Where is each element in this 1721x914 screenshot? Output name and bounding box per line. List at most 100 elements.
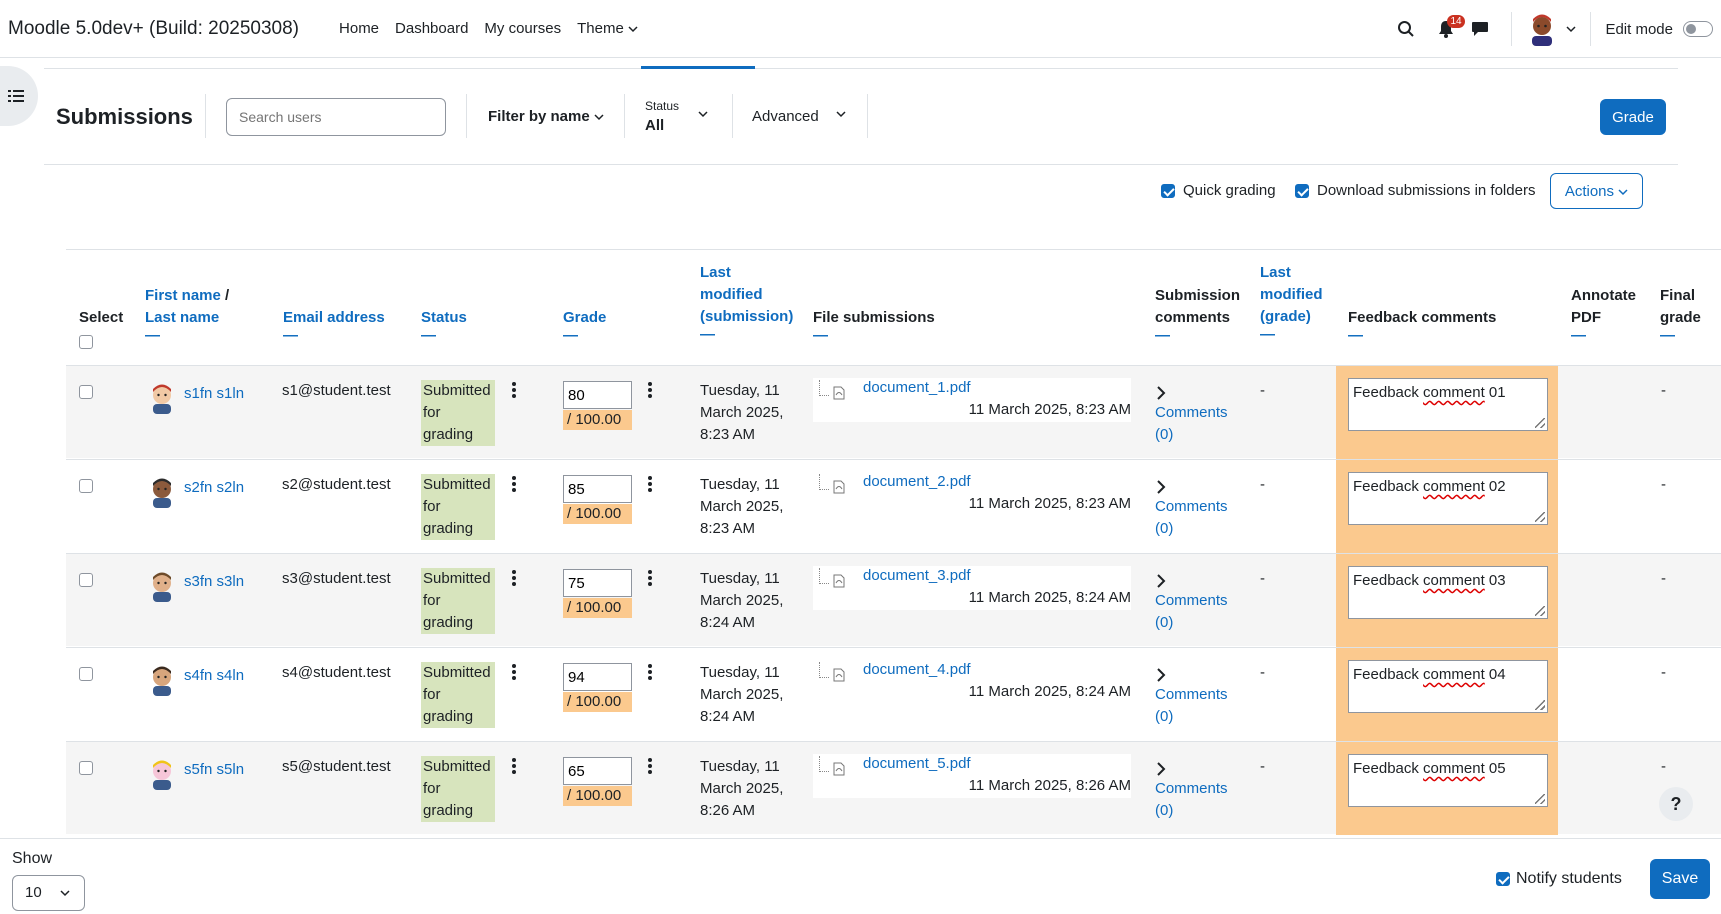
messages-button[interactable] [1463,12,1497,46]
feedback-comment-textarea[interactable]: Feedback comment 01 [1348,378,1548,431]
resize-handle-icon[interactable] [1535,794,1545,804]
course-index-toggle[interactable] [0,66,38,126]
per-page-select[interactable]: 10 [12,875,85,911]
edit-mode-toggle[interactable] [1683,21,1713,37]
site-brand[interactable]: Moodle 5.0dev+ (Build: 20250308) [8,18,299,40]
grade-input[interactable] [563,475,632,503]
row-select-checkbox[interactable] [79,385,93,399]
sort-status[interactable]: Status — [421,307,467,343]
feedback-comment-textarea[interactable]: Feedback comment 03 [1348,566,1548,619]
notify-students-option[interactable]: Notify students [1496,870,1622,888]
header-collapse-control[interactable]: — [1260,327,1323,342]
row-select-checkbox[interactable] [79,667,93,681]
sort-last-modified-submission[interactable]: Last modified (submission) — [700,262,793,342]
grade-input[interactable] [563,757,632,785]
download-folders-checkbox[interactable] [1295,183,1309,198]
search-users-input[interactable] [226,98,446,136]
select-all-checkbox[interactable] [79,335,93,349]
save-button[interactable]: Save [1650,859,1710,899]
resize-handle-icon[interactable] [1535,512,1545,522]
chevron-right-icon[interactable] [1156,668,1166,682]
submission-comments-link[interactable]: Comments (0) [1155,496,1228,540]
quick-grading-checkbox[interactable] [1161,183,1175,198]
header-collapse-control[interactable]: — [145,328,229,343]
student-name-link[interactable]: s2fn s2ln [184,477,244,499]
status-menu-icon[interactable] [512,382,516,398]
sort-first-name[interactable]: First name [145,287,221,304]
header-collapse-control[interactable]: — [813,328,935,343]
grade-menu-icon[interactable] [648,758,652,774]
toolbar-divider [205,94,206,138]
notifications-button[interactable]: 14 [1429,12,1465,46]
status-menu-icon[interactable] [512,758,516,774]
grade-input[interactable] [563,381,632,409]
nav-my-courses[interactable]: My courses [476,20,569,37]
status-filter-value[interactable]: All [645,117,664,134]
header-collapse-control[interactable]: — [563,328,606,343]
header-collapse-control[interactable]: — [1348,328,1496,343]
grade-menu-icon[interactable] [648,570,652,586]
row-select-checkbox[interactable] [79,479,93,493]
help-button[interactable]: ? [1659,787,1693,821]
grade-menu-icon[interactable] [648,664,652,680]
grade-input[interactable] [563,663,632,691]
grade-menu-icon[interactable] [648,476,652,492]
notify-students-checkbox[interactable] [1496,872,1510,886]
header-collapse-control[interactable]: — [1660,328,1701,343]
file-download-link[interactable]: document_3.pdf [863,567,971,584]
header-collapse-control[interactable]: — [700,327,793,342]
actions-dropdown-button[interactable]: Actions [1550,173,1643,209]
sort-grade[interactable]: Grade — [563,307,606,343]
status-menu-icon[interactable] [512,476,516,492]
chevron-right-icon[interactable] [1156,480,1166,494]
nav-theme[interactable]: Theme [569,20,646,37]
nav-dashboard[interactable]: Dashboard [387,20,476,37]
grade-menu-icon[interactable] [648,382,652,398]
resize-handle-icon[interactable] [1535,606,1545,616]
avatar [153,666,171,696]
resize-handle-icon[interactable] [1535,418,1545,428]
file-download-link[interactable]: document_1.pdf [863,379,971,396]
file-download-link[interactable]: document_5.pdf [863,755,971,772]
quick-grading-option[interactable]: Quick grading [1161,182,1276,199]
chevron-right-icon[interactable] [1156,574,1166,588]
resize-handle-icon[interactable] [1535,700,1545,710]
header-collapse-control[interactable]: — [421,328,467,343]
grade-button[interactable]: Grade [1600,99,1666,135]
submission-comments-link[interactable]: Comments (0) [1155,684,1228,728]
student-name-link[interactable]: s4fn s4ln [184,665,244,687]
status-menu-icon[interactable] [512,664,516,680]
student-name-link[interactable]: s1fn s1ln [184,383,244,405]
row-select-checkbox[interactable] [79,761,93,775]
chevron-down-icon[interactable] [698,110,708,118]
header-collapse-control[interactable]: — [1571,328,1636,343]
sort-email[interactable]: Email address — [283,307,385,343]
advanced-filter-dropdown[interactable]: Advanced [752,108,819,125]
grade-input[interactable] [563,569,632,597]
file-download-link[interactable]: document_4.pdf [863,661,971,678]
user-menu[interactable] [1526,12,1576,46]
submission-comments-link[interactable]: Comments (0) [1155,778,1228,822]
chevron-right-icon[interactable] [1156,386,1166,400]
sort-last-modified-grade[interactable]: Last modified (grade) — [1260,262,1323,342]
submission-comments-link[interactable]: Comments (0) [1155,590,1228,634]
status-menu-icon[interactable] [512,570,516,586]
sort-last-name[interactable]: Last name [145,309,219,326]
header-collapse-control[interactable]: — [1155,328,1240,343]
feedback-comment-textarea[interactable]: Feedback comment 05 [1348,754,1548,807]
submission-comments-link[interactable]: Comments (0) [1155,402,1228,446]
search-button[interactable] [1389,12,1423,46]
chevron-down-icon[interactable] [836,110,846,118]
student-name-link[interactable]: s5fn s5ln [184,759,244,781]
download-folders-option[interactable]: Download submissions in folders [1295,182,1535,199]
last-modified-grade: - [1260,570,1265,587]
chevron-right-icon[interactable] [1156,762,1166,776]
header-collapse-control[interactable]: — [283,328,385,343]
row-select-checkbox[interactable] [79,573,93,587]
nav-home[interactable]: Home [331,20,387,37]
feedback-comment-textarea[interactable]: Feedback comment 04 [1348,660,1548,713]
feedback-comment-textarea[interactable]: Feedback comment 02 [1348,472,1548,525]
file-download-link[interactable]: document_2.pdf [863,473,971,490]
student-name-link[interactable]: s3fn s3ln [184,571,244,593]
filter-by-name-dropdown[interactable]: Filter by name [488,108,604,125]
